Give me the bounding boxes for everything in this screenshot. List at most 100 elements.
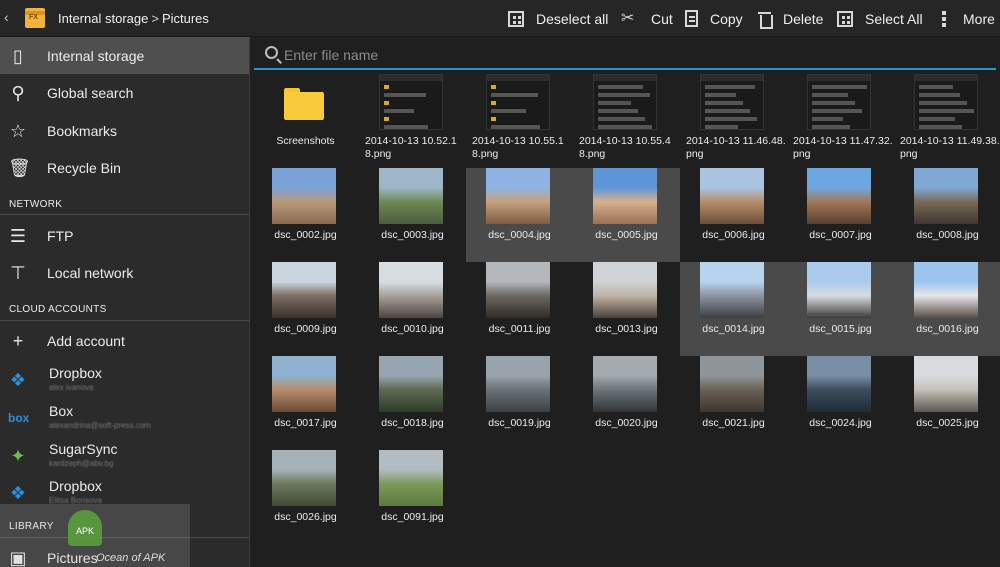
photo-thumbnail bbox=[379, 450, 443, 506]
sidebar-item-account: alexandrina@soft-press.com bbox=[49, 421, 151, 430]
file-name-label: 2014-10-13 11.49.38.png bbox=[900, 135, 1000, 160]
photo-thumbnail bbox=[486, 168, 550, 224]
copy-button[interactable]: Copy bbox=[685, 0, 743, 37]
file-name-search-input[interactable] bbox=[284, 44, 984, 66]
file-item[interactable]: dsc_0005.jpg bbox=[573, 168, 680, 262]
breadcrumb-pictures[interactable]: Pictures bbox=[162, 11, 209, 26]
file-item[interactable]: dsc_0025.jpg bbox=[894, 356, 1000, 450]
file-item[interactable]: dsc_0024.jpg bbox=[787, 356, 894, 450]
file-item[interactable]: 2014-10-13 11.49.38.png bbox=[894, 74, 1000, 168]
file-name-label: dsc_0015.jpg bbox=[809, 323, 872, 335]
trash-icon: 🗑 bbox=[8, 157, 31, 178]
search-icon bbox=[265, 46, 278, 59]
star-icon: ☆ bbox=[9, 120, 27, 141]
file-item[interactable]: dsc_0019.jpg bbox=[466, 356, 573, 450]
sidebar-item-label: FTP bbox=[47, 227, 74, 244]
top-action-bar: ‹ Internal storage>Pictures Deselect all… bbox=[0, 0, 1000, 37]
photo-thumbnail bbox=[807, 168, 871, 224]
deselect-all-button[interactable]: Deselect all bbox=[508, 0, 608, 37]
search-icon: ⚲ bbox=[11, 82, 25, 103]
file-item[interactable]: dsc_0004.jpg bbox=[466, 168, 573, 262]
file-item[interactable]: dsc_0013.jpg bbox=[573, 262, 680, 356]
file-name-label: dsc_0091.jpg bbox=[381, 511, 444, 523]
file-name-label: 2014-10-13 10.55.48.png bbox=[579, 135, 671, 160]
folder-icon bbox=[284, 88, 324, 120]
cut-button[interactable]: ✂ Cut bbox=[621, 0, 673, 37]
sidebar-header-cloud-accounts: CLOUD ACCOUNTS bbox=[9, 304, 107, 315]
file-item[interactable]: dsc_0015.jpg bbox=[787, 262, 894, 356]
photo-thumbnail bbox=[593, 356, 657, 412]
file-item[interactable]: dsc_0003.jpg bbox=[359, 168, 466, 262]
more-button[interactable]: More bbox=[942, 0, 995, 37]
sidebar-item-box[interactable]: box Box alexandrina@soft-press.com bbox=[0, 399, 249, 436]
file-item[interactable]: dsc_0007.jpg bbox=[787, 168, 894, 262]
sidebar-item-label: Global search bbox=[47, 84, 134, 101]
file-item[interactable]: dsc_0008.jpg bbox=[894, 168, 1000, 262]
sidebar-item-global-search[interactable]: ⚲ Global search bbox=[0, 74, 249, 111]
delete-button[interactable]: Delete bbox=[758, 0, 823, 37]
file-item[interactable]: dsc_0026.jpg bbox=[252, 450, 359, 544]
file-item[interactable]: dsc_0011.jpg bbox=[466, 262, 573, 356]
file-item[interactable]: 2014-10-13 10.55.48.png bbox=[573, 74, 680, 168]
file-name-label: dsc_0007.jpg bbox=[809, 229, 872, 241]
sidebar-item-sugarsync[interactable]: ✦ SugarSync kardzeph@abv.bg bbox=[0, 437, 249, 474]
photo-thumbnail bbox=[486, 262, 550, 318]
file-item[interactable]: dsc_0002.jpg bbox=[252, 168, 359, 262]
file-item[interactable]: dsc_0010.jpg bbox=[359, 262, 466, 356]
file-item[interactable]: dsc_0014.jpg bbox=[680, 262, 787, 356]
photo-thumbnail bbox=[272, 168, 336, 224]
file-item[interactable]: dsc_0020.jpg bbox=[573, 356, 680, 450]
file-item[interactable]: 2014-10-13 10.52.18.png bbox=[359, 74, 466, 168]
file-item[interactable]: dsc_0091.jpg bbox=[359, 450, 466, 544]
scissors-icon: ✂ bbox=[621, 9, 635, 27]
breadcrumb-separator: > bbox=[151, 11, 159, 26]
screenshot-thumbnail bbox=[700, 74, 764, 130]
trash-icon bbox=[758, 10, 773, 29]
file-item[interactable]: dsc_0017.jpg bbox=[252, 356, 359, 450]
file-name-label: dsc_0020.jpg bbox=[595, 417, 658, 429]
dropbox-icon: ❖ bbox=[9, 482, 27, 503]
screenshot-thumbnail bbox=[914, 74, 978, 130]
sidebar-item-label: Add account bbox=[47, 332, 125, 349]
sidebar-item-internal-storage[interactable]: ▯ Internal storage bbox=[0, 37, 249, 74]
sidebar-header-network: NETWORK bbox=[9, 199, 63, 210]
file-item[interactable]: dsc_0006.jpg bbox=[680, 168, 787, 262]
screenshot-thumbnail bbox=[593, 74, 657, 130]
file-name-label: 2014-10-13 11.47.32.png bbox=[793, 135, 893, 160]
watermark-text: Ocean of APK bbox=[96, 552, 166, 564]
screenshot-thumbnail bbox=[486, 74, 550, 130]
file-name-label: 2014-10-13 11.46.48.png bbox=[686, 135, 786, 160]
sidebar-item-label: Box bbox=[49, 403, 74, 419]
sidebar-item-add-account[interactable]: + Add account bbox=[0, 322, 249, 359]
breadcrumb-internal-storage[interactable]: Internal storage bbox=[58, 11, 148, 26]
select-all-icon bbox=[837, 10, 853, 27]
file-item[interactable]: dsc_0016.jpg bbox=[894, 262, 1000, 356]
select-all-button[interactable]: Select All bbox=[837, 0, 923, 37]
file-item[interactable]: 2014-10-13 11.46.48.png bbox=[680, 74, 787, 168]
file-name-label: dsc_0014.jpg bbox=[702, 323, 765, 335]
file-name-label: dsc_0003.jpg bbox=[381, 229, 444, 241]
sidebar-item-recycle-bin[interactable]: 🗑 Recycle Bin bbox=[0, 149, 249, 186]
file-name-label: dsc_0004.jpg bbox=[488, 229, 551, 241]
sidebar-item-local-network[interactable]: ⊤ Local network bbox=[0, 254, 249, 291]
watermark-badge: APK bbox=[76, 526, 95, 536]
sidebar-item-ftp[interactable]: ☰ FTP bbox=[0, 217, 249, 254]
file-item[interactable]: dsc_0018.jpg bbox=[359, 356, 466, 450]
back-chevron-icon[interactable]: ‹ bbox=[4, 9, 9, 25]
file-item[interactable]: 2014-10-13 11.47.32.png bbox=[787, 74, 894, 168]
photo-thumbnail bbox=[914, 356, 978, 412]
folder-item[interactable]: Screenshots bbox=[252, 74, 359, 168]
photo-thumbnail bbox=[272, 262, 336, 318]
dropbox-icon: ❖ bbox=[9, 369, 27, 390]
sidebar-item-bookmarks[interactable]: ☆ Bookmarks bbox=[0, 112, 249, 149]
fx-app-logo-icon[interactable] bbox=[25, 8, 45, 28]
photo-thumbnail bbox=[914, 168, 978, 224]
file-item[interactable]: 2014-10-13 10.55.18.png bbox=[466, 74, 573, 168]
sidebar-item-dropbox-1[interactable]: ❖ Dropbox alex ivanova bbox=[0, 361, 249, 398]
photo-thumbnail bbox=[700, 262, 764, 318]
sidebar-item-label: Local network bbox=[47, 264, 134, 281]
file-name-label: dsc_0021.jpg bbox=[702, 417, 765, 429]
more-label: More bbox=[963, 10, 995, 27]
file-item[interactable]: dsc_0009.jpg bbox=[252, 262, 359, 356]
file-item[interactable]: dsc_0021.jpg bbox=[680, 356, 787, 450]
